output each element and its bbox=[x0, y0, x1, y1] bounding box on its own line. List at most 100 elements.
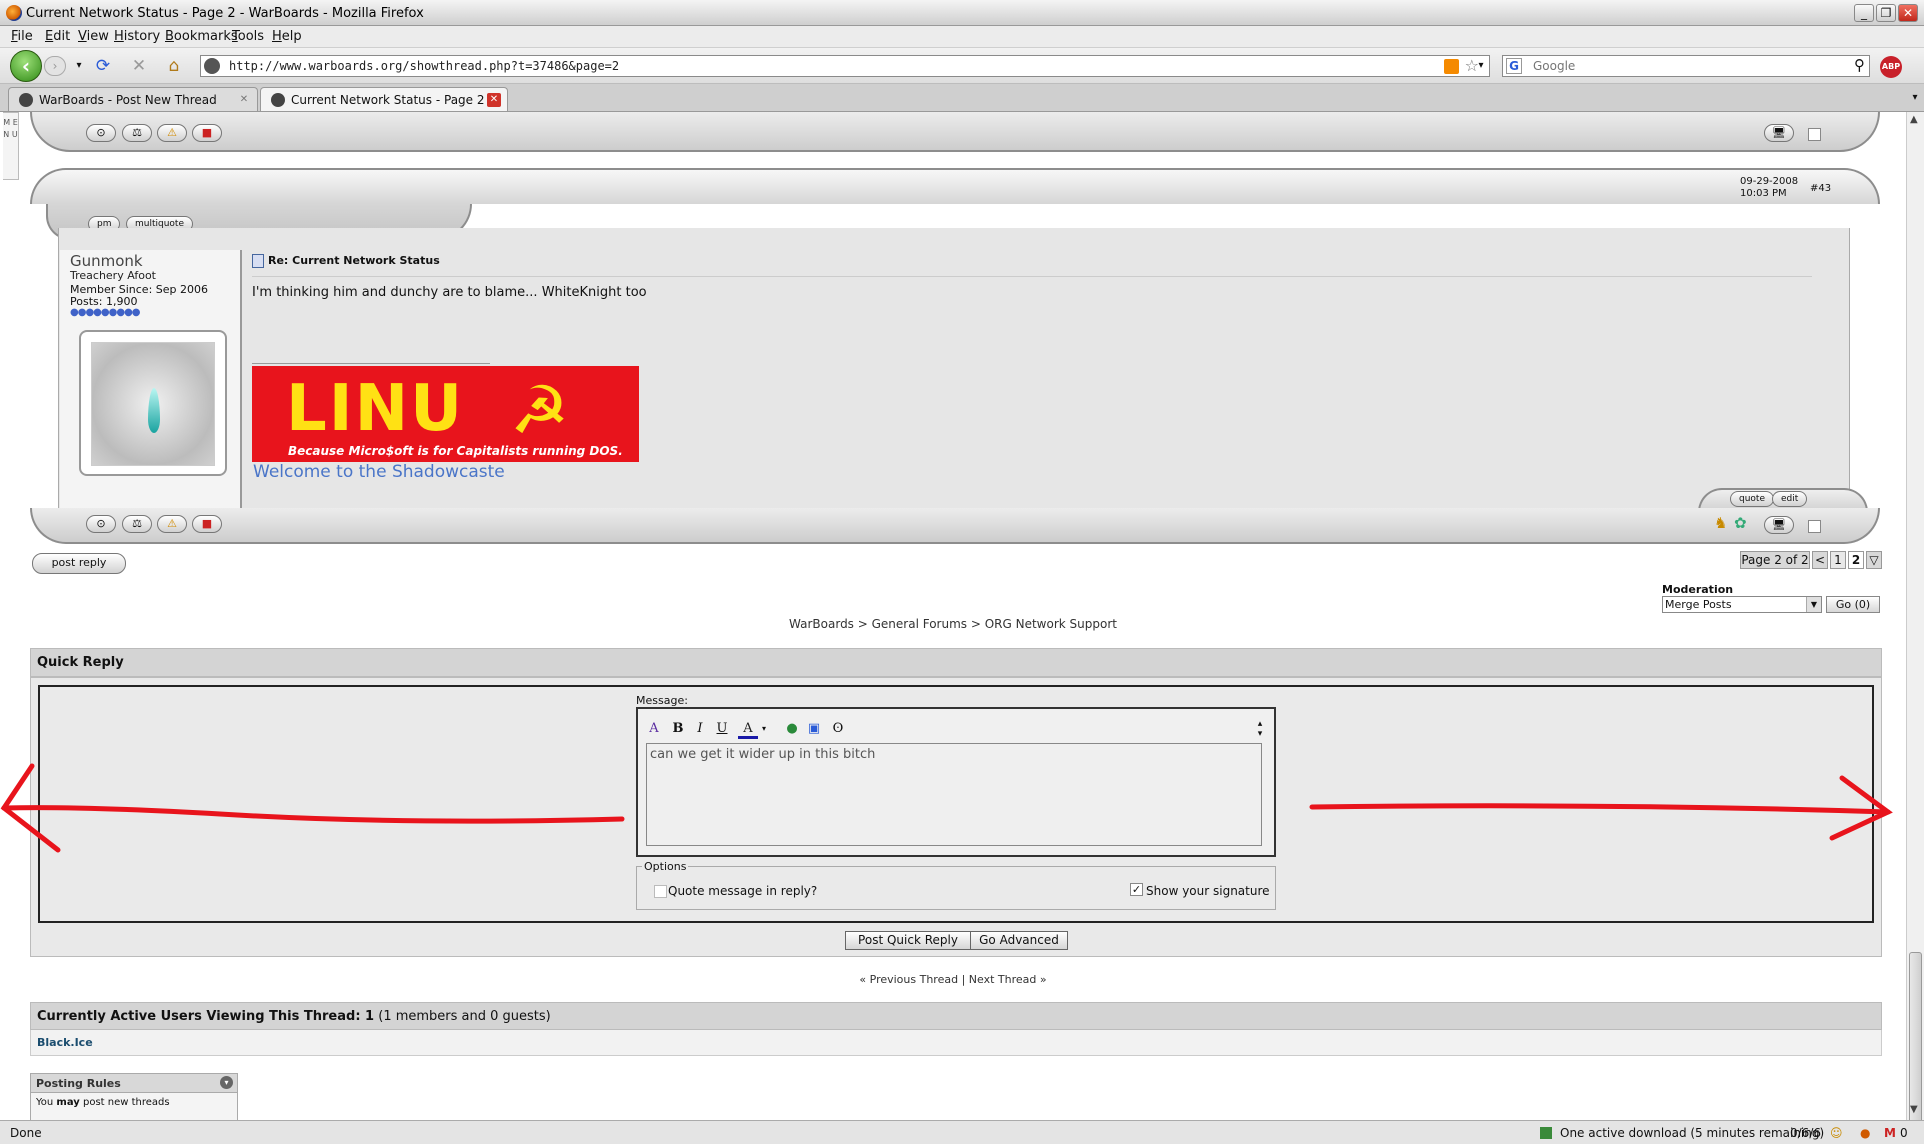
posting-rules-title: Posting Rules bbox=[36, 1077, 121, 1090]
menu-bar: File Edit View History Bookmarks Tools H… bbox=[0, 26, 1924, 48]
aim-icon[interactable]: ♞ bbox=[1714, 514, 1727, 532]
menu-tools[interactable]: Tools bbox=[232, 29, 264, 44]
collapse-icon[interactable]: ▾ bbox=[220, 1076, 233, 1089]
ip-icon[interactable]: 🖥 bbox=[1764, 516, 1794, 534]
maximize-button[interactable]: ❐ bbox=[1876, 4, 1896, 22]
post-select-checkbox[interactable] bbox=[1808, 128, 1821, 141]
adblock-plus-icon[interactable]: ABP bbox=[1880, 56, 1902, 78]
infraction-icon[interactable]: ■ bbox=[192, 124, 222, 142]
quote-message-label[interactable]: Quote message in reply? bbox=[668, 884, 817, 898]
menu-help[interactable]: Help bbox=[272, 29, 302, 44]
msn-icon[interactable]: ✿ bbox=[1734, 514, 1747, 532]
menu-history[interactable]: History bbox=[114, 29, 160, 44]
options-legend: Options bbox=[642, 860, 689, 873]
show-signature-label[interactable]: Show your signature bbox=[1146, 884, 1270, 898]
firefox-addon-icon[interactable]: ● bbox=[1860, 1126, 1870, 1140]
close-tab-icon[interactable]: ✕ bbox=[487, 93, 501, 107]
thread-navigation[interactable]: « Previous Thread | Next Thread » bbox=[0, 973, 1906, 986]
moderation-go-button[interactable]: Go (0) bbox=[1826, 596, 1880, 613]
download-icon[interactable] bbox=[1540, 1127, 1552, 1139]
chevron-down-icon[interactable]: ▼ bbox=[1806, 597, 1821, 612]
search-icon[interactable]: ⚲ bbox=[1854, 56, 1865, 74]
back-button[interactable]: ‹ bbox=[10, 50, 42, 82]
scale-icon[interactable]: ⚖ bbox=[122, 124, 152, 142]
page-prev-link[interactable]: < bbox=[1812, 551, 1828, 569]
post-title: Re: Current Network Status bbox=[268, 254, 440, 267]
gmail-icon[interactable]: M bbox=[1884, 1126, 1896, 1140]
tab-list-icon[interactable]: ▾ bbox=[1904, 88, 1924, 108]
post-document-icon bbox=[252, 254, 264, 268]
infraction-icon[interactable]: ■ bbox=[192, 515, 222, 533]
posting-rules-heading: Posting Rules ▾ bbox=[30, 1073, 238, 1093]
show-signature-checkbox[interactable]: ✓ bbox=[1130, 883, 1143, 896]
quote-message-checkbox[interactable] bbox=[654, 885, 667, 898]
scroll-down-icon[interactable]: ▼ bbox=[1910, 1104, 1918, 1115]
page-1-link[interactable]: 1 bbox=[1830, 551, 1846, 569]
post-quick-reply-button[interactable]: Post Quick Reply bbox=[845, 931, 971, 950]
italic-icon[interactable]: I bbox=[690, 719, 710, 739]
signature-link[interactable]: Welcome to the Shadowcaste bbox=[253, 462, 505, 482]
message-textarea[interactable]: can we get it wider up in this bitch bbox=[646, 743, 1262, 846]
search-input[interactable] bbox=[1533, 58, 1833, 74]
post-select-checkbox[interactable] bbox=[1808, 520, 1821, 533]
avatar bbox=[79, 330, 227, 476]
insert-image-icon[interactable]: ▣ bbox=[804, 719, 824, 739]
reload-icon[interactable]: ⟳ bbox=[92, 56, 114, 76]
report-icon[interactable]: ⊙ bbox=[86, 515, 116, 533]
page-menu-icon[interactable]: ▽ bbox=[1866, 551, 1882, 569]
scrollbar-thumb[interactable] bbox=[1909, 952, 1922, 1144]
url-dropdown-icon[interactable]: ▾ bbox=[1470, 56, 1492, 76]
forward-button[interactable]: › bbox=[44, 56, 66, 76]
insert-quote-icon[interactable]: ʘ bbox=[828, 719, 848, 739]
post-username[interactable]: Gunmonk bbox=[70, 252, 143, 270]
scroll-up-icon[interactable]: ▲ bbox=[1910, 114, 1918, 125]
reputation-dots: ●●●●●●●●● bbox=[70, 307, 141, 318]
search-bar[interactable]: G ⚲ bbox=[1502, 55, 1870, 77]
tab-current-network-status[interactable]: Current Network Status - Page 2 ... ✕ bbox=[260, 87, 508, 111]
window-title: Current Network Status - Page 2 - WarBoa… bbox=[26, 6, 424, 21]
remove-format-icon[interactable]: A bbox=[644, 719, 664, 739]
close-window-button[interactable]: ✕ bbox=[1898, 4, 1918, 22]
underline-icon[interactable]: U bbox=[712, 719, 732, 739]
moderation-select[interactable]: Merge Posts ▼ bbox=[1662, 596, 1822, 613]
warning-icon[interactable]: ⚠ bbox=[157, 124, 187, 142]
stop-icon[interactable]: ✕ bbox=[128, 56, 150, 76]
active-users-list: Black.Ice bbox=[30, 1030, 1882, 1056]
close-tab-icon[interactable]: ✕ bbox=[237, 93, 251, 107]
google-engine-icon[interactable]: G bbox=[1506, 58, 1522, 74]
status-text: Done bbox=[10, 1126, 42, 1140]
side-menu-tab[interactable]: M E N U bbox=[3, 112, 19, 180]
ip-icon[interactable]: 🖥 bbox=[1764, 124, 1794, 142]
insert-link-icon[interactable]: ● bbox=[782, 719, 802, 739]
resize-editor-icon[interactable]: ▴ ▾ bbox=[1250, 719, 1270, 739]
rss-feed-icon[interactable] bbox=[1444, 59, 1459, 74]
post-divider bbox=[252, 276, 1812, 277]
home-icon[interactable]: ⌂ bbox=[163, 56, 185, 76]
menu-file[interactable]: File bbox=[11, 29, 33, 44]
post-date-time: 10:03 PM bbox=[1740, 188, 1787, 199]
download-status[interactable]: One active download (5 minutes remaining… bbox=[1560, 1126, 1824, 1140]
tab-post-new-thread[interactable]: WarBoards - Post New Thread ✕ bbox=[8, 87, 258, 111]
post-number[interactable]: #43 bbox=[1810, 183, 1831, 194]
history-dropdown-icon[interactable]: ▾ bbox=[68, 56, 90, 76]
menu-view[interactable]: View bbox=[78, 29, 109, 44]
post-reply-button[interactable]: post reply bbox=[32, 553, 126, 574]
url-bar[interactable]: http://www.warboards.org/showthread.php?… bbox=[200, 55, 1490, 77]
go-advanced-button[interactable]: Go Advanced bbox=[970, 931, 1068, 950]
minimize-button[interactable]: _ bbox=[1854, 4, 1874, 22]
menu-edit[interactable]: Edit bbox=[45, 29, 70, 44]
quote-button[interactable]: quote bbox=[1730, 491, 1774, 507]
edit-button[interactable]: edit bbox=[1772, 491, 1808, 507]
font-color-dropdown-icon[interactable]: ▾ bbox=[754, 719, 774, 739]
smiley-icon[interactable]: ☺ bbox=[1830, 1126, 1843, 1140]
active-user-link[interactable]: Black.Ice bbox=[37, 1036, 93, 1049]
scale-icon[interactable]: ⚖ bbox=[122, 515, 152, 533]
url-text[interactable]: http://www.warboards.org/showthread.php?… bbox=[229, 59, 619, 73]
breadcrumb[interactable]: WarBoards > General Forums > ORG Network… bbox=[0, 617, 1906, 631]
bold-icon[interactable]: B bbox=[668, 719, 688, 739]
menu-bookmarks[interactable]: Bookmarks bbox=[165, 29, 238, 44]
tab-bar: WarBoards - Post New Thread ✕ Current Ne… bbox=[0, 84, 1924, 112]
report-icon[interactable]: ⊙ bbox=[86, 124, 116, 142]
warning-icon[interactable]: ⚠ bbox=[157, 515, 187, 533]
vertical-scrollbar[interactable]: ▲ ▼ bbox=[1906, 112, 1924, 1144]
